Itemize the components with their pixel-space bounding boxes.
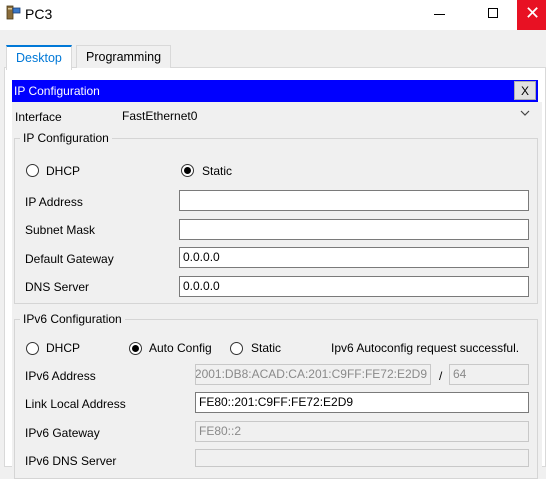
chevron-down-icon bbox=[520, 107, 530, 121]
default-gateway-input[interactable]: 0.0.0.0 bbox=[179, 247, 529, 268]
dialog-close-button[interactable]: X bbox=[514, 81, 536, 100]
ipv6-gateway-input[interactable]: FE80::2 bbox=[195, 421, 529, 442]
maximize-button[interactable] bbox=[471, 0, 517, 30]
ipv6-auto-config-radio[interactable] bbox=[129, 342, 142, 355]
ipv4-dhcp-label: DHCP bbox=[46, 164, 81, 178]
ipv6-auto-config-label: Auto Config bbox=[149, 341, 212, 355]
ipv6-status-text: Ipv6 Autoconfig request successful. bbox=[331, 341, 520, 355]
ipv6-dns-label: IPv6 DNS Server bbox=[25, 454, 117, 468]
ipv4-static-label: Static bbox=[202, 164, 233, 178]
dns-server-input[interactable]: 0.0.0.0 bbox=[179, 276, 529, 297]
ipv6-address-input[interactable]: 2001:DB8:ACAD:CA:201:C9FF:FE72:E2D9 bbox=[195, 364, 431, 385]
subnet-mask-input[interactable] bbox=[179, 219, 529, 240]
subnet-mask-label: Subnet Mask bbox=[25, 223, 96, 237]
link-local-label: Link Local Address bbox=[25, 397, 126, 411]
ipv4-static-radio[interactable] bbox=[181, 164, 194, 177]
ipv4-dhcp-radio[interactable] bbox=[26, 164, 39, 177]
ipv6-dhcp-label: DHCP bbox=[46, 341, 81, 355]
ipv6-legend: IPv6 Configuration bbox=[20, 312, 125, 326]
ip-address-input[interactable] bbox=[179, 190, 529, 211]
minimize-icon bbox=[434, 14, 445, 15]
ipv6-dns-input[interactable] bbox=[195, 449, 529, 467]
prefix-slash: / bbox=[439, 369, 443, 383]
tab-programming[interactable]: Programming bbox=[76, 45, 172, 68]
default-gateway-label: Default Gateway bbox=[25, 252, 114, 266]
dialog-title: IP Configuration bbox=[14, 84, 100, 98]
tab-desktop[interactable]: Desktop bbox=[6, 45, 72, 70]
minimize-button[interactable] bbox=[417, 0, 463, 30]
window-title: PC3 bbox=[25, 6, 53, 22]
link-local-input[interactable]: FE80::201:C9FF:FE72:E2D9 bbox=[195, 392, 529, 413]
ipv6-dhcp-radio[interactable] bbox=[26, 342, 39, 355]
ipv6-gateway-label: IPv6 Gateway bbox=[25, 426, 100, 440]
ip-address-label: IP Address bbox=[25, 195, 83, 209]
pc-icon bbox=[5, 5, 21, 21]
ipv6-address-label: IPv6 Address bbox=[25, 369, 96, 383]
window-titlebar bbox=[0, 0, 546, 30]
ipv6-static-radio[interactable] bbox=[230, 342, 243, 355]
ipv6-static-label: Static bbox=[251, 341, 282, 355]
interface-label: Interface bbox=[15, 110, 62, 124]
close-button[interactable]: ✕ bbox=[517, 0, 546, 30]
ipv6-prefix-input[interactable]: 64 bbox=[449, 364, 529, 385]
ipv4-legend: IP Configuration bbox=[20, 131, 112, 145]
ipv6-address-value: 2001:DB8:ACAD:CA:201:C9FF:FE72:E2D9 bbox=[195, 367, 427, 381]
interface-value: FastEthernet0 bbox=[122, 109, 198, 123]
maximize-icon bbox=[488, 8, 498, 18]
close-icon: ✕ bbox=[525, 3, 541, 23]
dns-server-label: DNS Server bbox=[25, 280, 90, 294]
